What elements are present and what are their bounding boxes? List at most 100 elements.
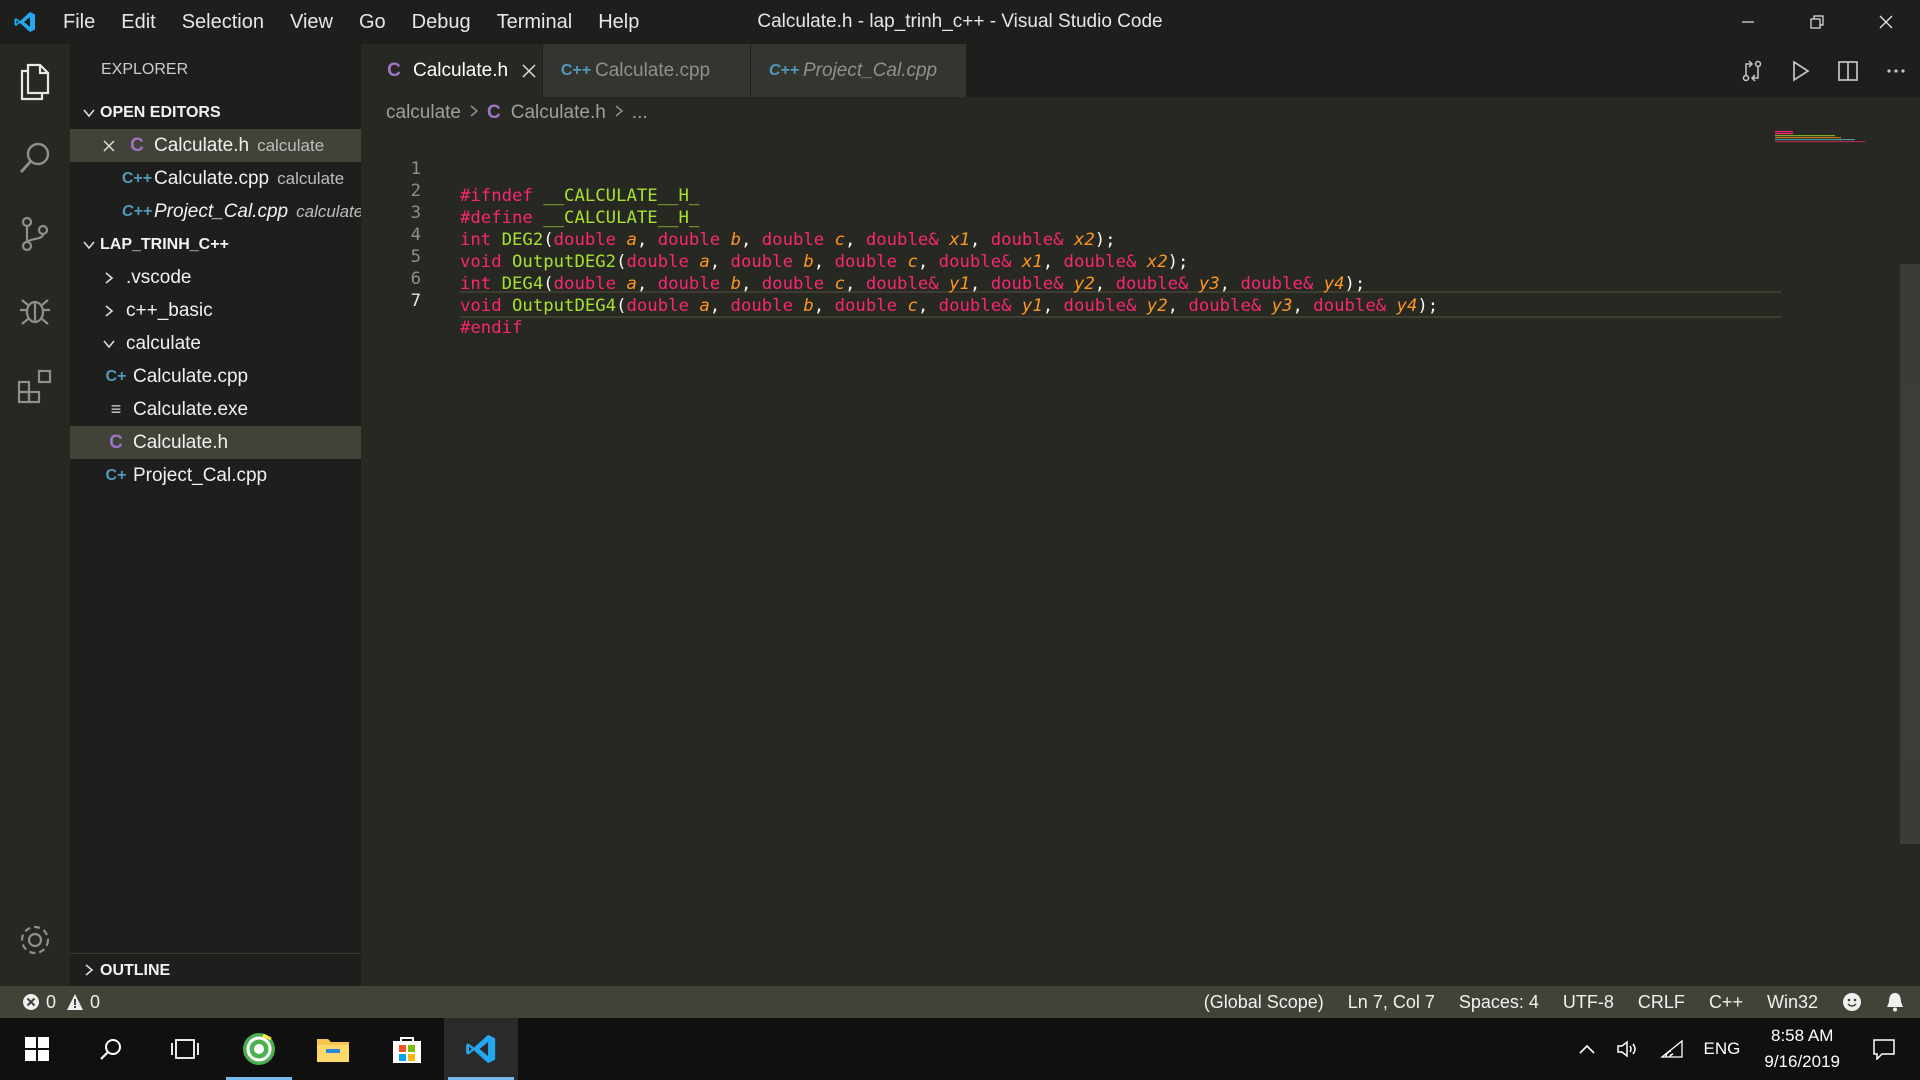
show-hidden-icons-button[interactable] [1568, 1043, 1606, 1055]
extensions-activity-button[interactable] [0, 348, 70, 424]
task-view-icon [171, 1039, 199, 1059]
open-editors-header[interactable]: OPEN EDITORS [70, 96, 361, 129]
smiley-icon [1843, 993, 1861, 1011]
compare-changes-icon [1742, 59, 1762, 82]
menu-selection[interactable]: Selection [169, 0, 277, 44]
restore-icon [1809, 15, 1824, 29]
menu-file[interactable]: File [50, 0, 108, 44]
open-editor-name: Project_Cal.cpp [154, 201, 289, 222]
action-center-button[interactable] [1854, 1038, 1920, 1060]
line-endings[interactable]: CRLF [1626, 986, 1697, 1018]
windows-taskbar: ENG 8:58 AM 9/16/2019 [0, 1018, 1920, 1080]
open-editor-name: Calculate.h [154, 135, 250, 156]
menu-debug[interactable]: Debug [399, 0, 484, 44]
network-button[interactable] [1650, 1039, 1694, 1059]
breadcrumb-folder[interactable]: calculate [386, 102, 461, 124]
taskbar-app-coccoc[interactable] [222, 1018, 296, 1080]
editor-actions [1728, 44, 1920, 97]
file-item[interactable]: ≡ Calculate.exe [70, 393, 361, 426]
indentation[interactable]: Spaces: 4 [1447, 986, 1551, 1018]
split-editor-button[interactable] [1824, 44, 1872, 97]
open-editor-folder: calculate [277, 169, 345, 188]
file-item[interactable]: C Calculate.h [70, 426, 361, 459]
volume-button[interactable] [1606, 1039, 1650, 1059]
tab-calculate-cpp[interactable]: C++ Calculate.cpp [543, 44, 751, 97]
folder-item[interactable]: c++_basic [70, 294, 361, 327]
feedback-button[interactable] [1830, 986, 1874, 1018]
explorer-activity-button[interactable] [0, 44, 70, 120]
close-editor-icon[interactable] [98, 139, 120, 152]
folder-item[interactable]: calculate [70, 327, 361, 360]
scope-indicator[interactable]: (Global Scope) [1192, 986, 1336, 1018]
play-icon [1793, 59, 1810, 82]
system-tray: ENG 8:58 AM 9/16/2019 [1568, 1018, 1920, 1080]
source-control-icon [21, 216, 49, 252]
tab-calculate-h[interactable]: C Calculate.h [361, 44, 543, 97]
menu-go[interactable]: Go [346, 0, 399, 44]
chevron-down-icon [78, 106, 100, 120]
tab-label: Calculate.cpp [595, 59, 711, 81]
taskbar-app-file-explorer[interactable] [296, 1018, 370, 1080]
encoding[interactable]: UTF-8 [1551, 986, 1626, 1018]
taskbar-search-button[interactable] [74, 1018, 148, 1080]
manage-settings-button[interactable] [0, 902, 70, 978]
breadcrumb-file[interactable]: Calculate.h [511, 102, 606, 124]
open-changes-button[interactable] [1728, 44, 1776, 97]
close-tab-icon[interactable] [522, 63, 536, 78]
split-editor-icon [1838, 60, 1858, 81]
source-control-activity-button[interactable] [0, 196, 70, 272]
store-icon [393, 1037, 421, 1063]
tab-label: Project_Cal.cpp [803, 59, 938, 81]
folder-name: c++_basic [126, 300, 213, 321]
folder-name: .vscode [126, 267, 192, 288]
code-text: #endif [460, 318, 523, 338]
outline-header[interactable]: OUTLINE [70, 953, 361, 986]
tab-project-cal-cpp[interactable]: C++ Project_Cal.cpp [751, 44, 967, 97]
platform-config[interactable]: Win32 [1755, 986, 1830, 1018]
close-icon [1879, 15, 1892, 29]
window-controls [1713, 0, 1920, 44]
more-actions-button[interactable] [1872, 44, 1920, 97]
debug-activity-button[interactable] [0, 272, 70, 348]
activity-bar [0, 44, 70, 986]
run-button[interactable] [1776, 44, 1824, 97]
status-left: 0 0 [0, 986, 104, 1018]
start-button[interactable] [0, 1018, 74, 1080]
taskbar-app-vscode[interactable] [444, 1018, 518, 1080]
menu-help[interactable]: Help [585, 0, 652, 44]
cpp-file-icon: C++ [121, 203, 153, 220]
minimap[interactable] [1775, 129, 1875, 149]
clock-date: 9/16/2019 [1764, 1052, 1840, 1071]
scrollbar-thumb[interactable] [1900, 264, 1920, 844]
cursor-position[interactable]: Ln 7, Col 7 [1336, 986, 1447, 1018]
language-mode[interactable]: C++ [1697, 986, 1755, 1018]
menu-terminal[interactable]: Terminal [484, 0, 586, 44]
taskbar-app-store[interactable] [370, 1018, 444, 1080]
notifications-button[interactable] [1874, 986, 1920, 1018]
file-item[interactable]: C+ Calculate.cpp [70, 360, 361, 393]
folder-icon [317, 1039, 349, 1062]
open-editor-item[interactable]: C Calculate.h calculate [70, 129, 361, 162]
wifi-icon [1659, 1039, 1683, 1058]
file-item[interactable]: C+ Project_Cal.cpp [70, 459, 361, 492]
search-activity-button[interactable] [0, 120, 70, 196]
menu-edit[interactable]: Edit [108, 0, 168, 44]
menu-view[interactable]: View [277, 0, 346, 44]
open-editor-item[interactable]: C++ Project_Cal.cpp calculate [70, 195, 361, 228]
task-view-button[interactable] [148, 1018, 222, 1080]
problems-button[interactable]: 0 0 [22, 986, 104, 1018]
editor-scrollbar[interactable] [1900, 129, 1920, 986]
open-editor-item[interactable]: C++ Calculate.cpp calculate [70, 162, 361, 195]
breadcrumb-symbols[interactable]: ... [632, 102, 648, 124]
open-editor-name: Calculate.cpp [154, 168, 270, 189]
minimize-button[interactable] [1713, 0, 1782, 44]
minimize-icon [1741, 21, 1754, 23]
close-window-button[interactable] [1851, 0, 1920, 44]
error-icon [23, 994, 39, 1010]
code-editor[interactable]: 1 #ifndef __CALCULATE__H_ 2 #define __CA… [361, 129, 1920, 986]
clock[interactable]: 8:58 AM 9/16/2019 [1750, 1023, 1854, 1075]
input-language[interactable]: ENG [1694, 1039, 1751, 1059]
workspace-header[interactable]: LAP_TRINH_C++ [70, 228, 361, 261]
restore-button[interactable] [1782, 0, 1851, 44]
folder-item[interactable]: .vscode [70, 261, 361, 294]
